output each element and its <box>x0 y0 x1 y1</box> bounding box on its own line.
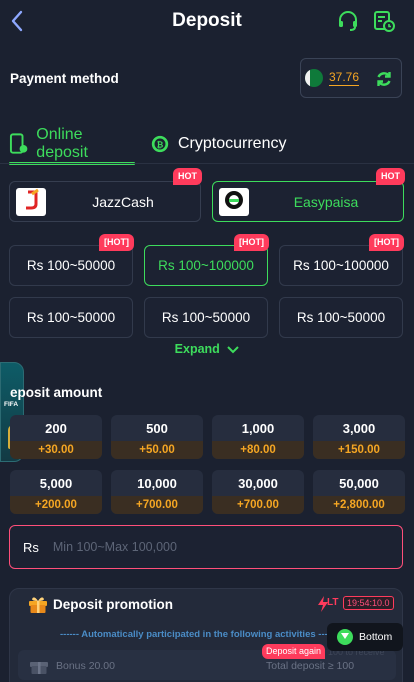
tab-cryptocurrency-label: Cryptocurrency <box>178 135 287 152</box>
scroll-bottom-button[interactable]: Bottom <box>327 623 403 651</box>
deposit-amount-field[interactable]: Rs <box>9 525 403 569</box>
balance-amount: 37.76 <box>329 70 360 86</box>
amount-option[interactable]: 500 +50.00 <box>111 415 203 459</box>
channel-name: Easypaisa <box>293 193 359 210</box>
auto-participate-text: ------ Automatically participated in the… <box>60 629 338 640</box>
amount-bonus: +2,800.00 <box>313 496 405 514</box>
tab-cryptocurrency[interactable]: ₿ Cryptocurrency <box>150 126 286 162</box>
amount-option[interactable]: 3,000 +150.00 <box>313 415 405 459</box>
amount-value: 200 <box>45 420 67 436</box>
range-option[interactable]: Rs 100~50000 [HOT] <box>9 234 134 286</box>
amount-option[interactable]: 10,000 +700.00 <box>111 470 203 514</box>
amount-value: 3,000 <box>342 420 376 436</box>
range-label: Rs 100~100000 <box>293 258 389 273</box>
amount-bonus: +80.00 <box>212 441 304 459</box>
payment-method-label: Payment method <box>10 71 119 86</box>
chevron-left-icon[interactable] <box>8 9 26 33</box>
amount-value: 30,000 <box>238 475 278 491</box>
amount-bonus: +200.00 <box>10 496 102 514</box>
range-label: Rs 100~50000 <box>26 258 116 273</box>
range-option-selected[interactable]: Rs 100~100000 [HOT] <box>144 234 269 286</box>
hot-badge: [HOT] <box>99 234 134 251</box>
range-label: Rs 100~50000 <box>296 310 386 325</box>
amount-option[interactable]: 1,000 +80.00 <box>212 415 304 459</box>
amount-value: 500 <box>146 420 168 436</box>
headset-icon[interactable] <box>336 9 360 33</box>
amount-value: 5,000 <box>39 475 73 491</box>
record-clock-icon[interactable] <box>372 9 396 33</box>
amount-bonus: +700.00 <box>111 496 203 514</box>
amount-value: 10,000 <box>137 475 177 491</box>
amount-bonus: +700.00 <box>212 496 304 514</box>
range-option[interactable]: Rs 100~50000 <box>279 297 403 338</box>
phone-deposit-icon <box>9 133 28 154</box>
crypto-coin-icon: ₿ <box>151 135 169 153</box>
range-option[interactable]: Rs 100~50000 <box>144 297 268 338</box>
easypaisa-logo <box>219 187 249 216</box>
promotion-total-label: Total deposit ≥ 100 <box>266 660 355 672</box>
bottom-label: Bottom <box>359 631 393 643</box>
header-bar: Deposit <box>0 0 414 42</box>
refresh-icon[interactable] <box>375 70 393 88</box>
gift-box-icon <box>30 662 48 674</box>
payment-method-row: Payment method 37.76 <box>0 56 414 102</box>
promotion-timer: 19:54:10.0 <box>343 596 394 610</box>
arrow-down-icon <box>337 629 353 645</box>
deposit-again-badge: Deposit again <box>262 644 326 659</box>
pakistan-flag-icon <box>305 69 323 87</box>
channel-jazzcash[interactable]: JazzCash HOT <box>9 168 202 222</box>
channel-name: JazzCash <box>92 193 154 210</box>
amount-option[interactable]: 30,000 +700.00 <box>212 470 304 514</box>
promotion-bonus-label: Bonus 20.00 <box>56 660 115 672</box>
gift-icon <box>29 597 47 613</box>
balance-box: 37.76 <box>300 58 402 98</box>
amount-value: 50,000 <box>339 475 379 491</box>
amount-option[interactable]: 5,000 +200.00 <box>10 470 102 514</box>
hot-badge: [HOT] <box>234 234 269 251</box>
range-label: Rs 100~100000 <box>158 258 254 273</box>
amount-bonus: +30.00 <box>10 441 102 459</box>
page-title: Deposit <box>172 10 242 31</box>
amount-bonus: +50.00 <box>111 441 203 459</box>
amount-option[interactable]: 200 +30.00 <box>10 415 102 459</box>
range-option[interactable]: Rs 100~50000 <box>9 297 133 338</box>
hot-badge: HOT <box>173 168 202 185</box>
tab-online-deposit-label: Online deposit <box>36 126 88 161</box>
currency-prefix: Rs <box>23 539 39 555</box>
chevron-down-icon <box>227 345 240 354</box>
tab-online-deposit[interactable]: Online deposit <box>9 126 135 165</box>
expand-button[interactable]: Expand <box>0 342 414 356</box>
amount-value: 1,000 <box>241 420 275 436</box>
channel-easypaisa[interactable]: Easypaisa HOT <box>212 168 405 222</box>
expand-label: Expand <box>174 342 220 356</box>
deposit-tabs: Online deposit ₿ Cryptocurrency <box>0 126 414 166</box>
deposit-amount-title: eposit amount <box>10 385 103 400</box>
range-label: Rs 100~50000 <box>161 310 251 325</box>
hot-badge: HOT <box>376 168 405 185</box>
amount-option[interactable]: 50,000 +2,800.00 <box>313 470 405 514</box>
promotion-title: Deposit promotion <box>53 597 173 612</box>
amount-bonus: +150.00 <box>313 441 405 459</box>
jazzcash-logo <box>16 187 46 216</box>
svg-text:₿: ₿ <box>157 140 164 150</box>
tabs-divider <box>0 163 414 164</box>
range-label: Rs 100~50000 <box>26 310 116 325</box>
lt-label: LT <box>327 597 339 608</box>
range-option[interactable]: Rs 100~100000 [HOT] <box>279 234 404 286</box>
hot-badge: [HOT] <box>369 234 404 251</box>
fifa-label: FIFA <box>4 401 19 408</box>
deposit-amount-input[interactable] <box>52 540 353 554</box>
